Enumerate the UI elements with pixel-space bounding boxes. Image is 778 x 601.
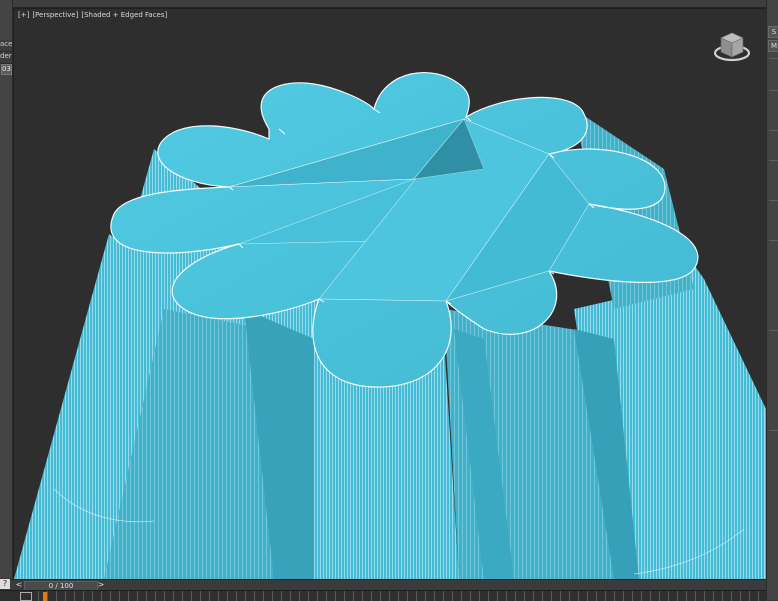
left-label-2[interactable]: derC: [0, 52, 12, 64]
panel-divider: [769, 130, 778, 131]
command-tab-m[interactable]: M: [768, 40, 778, 52]
left-label-3[interactable]: 03: [1, 64, 12, 75]
panel-divider: [769, 200, 778, 201]
left-command-strip: acer derC 03: [0, 0, 13, 578]
viewport-view-menu[interactable]: [Perspective]: [32, 11, 78, 19]
help-button[interactable]: ?: [0, 579, 10, 589]
panel-divider: [769, 240, 778, 241]
viewport-shading-menu[interactable]: [Shaded + Edged Faces]: [81, 11, 167, 19]
command-tab-s[interactable]: S: [768, 26, 778, 38]
track-bar[interactable]: [0, 590, 766, 601]
viewcube-icon[interactable]: [712, 27, 752, 67]
viewport-menu-plus[interactable]: [+]: [18, 11, 29, 19]
scene-render: [14, 9, 766, 579]
panel-divider: [769, 430, 778, 431]
panel-divider: [769, 58, 778, 59]
panel-divider: [769, 160, 778, 161]
panel-divider: [769, 330, 778, 331]
command-panel: S M: [766, 0, 778, 600]
time-slider-bar: < 0 / 100 >: [0, 579, 766, 591]
prev-frame-button[interactable]: <: [14, 580, 24, 590]
panel-divider: [769, 90, 778, 91]
viewport-label: [+] [Perspective] [Shaded + Edged Faces]: [18, 11, 167, 19]
left-label-1[interactable]: acer: [0, 40, 12, 52]
perspective-viewport[interactable]: [+] [Perspective] [Shaded + Edged Faces]: [13, 8, 767, 580]
top-toolbar-strip: [0, 0, 766, 8]
next-frame-button[interactable]: >: [96, 580, 106, 590]
